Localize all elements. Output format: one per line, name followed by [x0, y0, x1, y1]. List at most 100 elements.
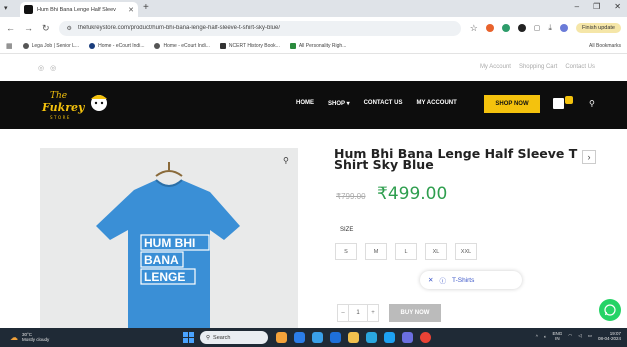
window-controls: – ❐ ✕ [575, 2, 621, 11]
qty-increase-button[interactable]: + [367, 304, 379, 322]
file-explorer-icon[interactable] [348, 332, 359, 343]
my-account-link[interactable]: My Account [480, 64, 511, 70]
all-bookmarks-button[interactable]: All Bookmarks [589, 43, 621, 49]
quantity-stepper: – 1 + [337, 304, 379, 322]
category-chip-label: T-Shirts [451, 276, 475, 284]
close-window-icon[interactable]: ✕ [614, 2, 621, 11]
main-nav: HOME SHOP ▾ CONTACT US MY ACCOUNT [296, 100, 457, 107]
size-option-l[interactable]: L [395, 243, 417, 260]
globe-icon [22, 43, 29, 49]
size-options: S M L XL XXL [335, 243, 477, 260]
old-price: ₹799.00 [336, 192, 366, 201]
product-image[interactable]: HUM BHI BANA LENGE ⚲ [40, 148, 298, 328]
bookmark-item[interactable]: Home - eCourt Indi... [154, 43, 210, 49]
sidepanel-icon[interactable]: ▢ [534, 24, 541, 32]
ecourt-icon [89, 43, 96, 49]
chrome-icon[interactable] [420, 332, 431, 343]
finish-update-button[interactable]: Finish update [575, 23, 621, 33]
whatsapp-glyph-icon [604, 304, 616, 316]
next-product-arrow-icon[interactable]: › [582, 150, 596, 164]
size-option-m[interactable]: M [365, 243, 387, 260]
nav-home[interactable]: HOME [296, 100, 314, 107]
app-icon[interactable] [330, 332, 341, 343]
shopping-cart-link[interactable]: Shopping Cart [519, 64, 557, 70]
category-chip[interactable]: ✕ ⓘ T-Shirts [420, 271, 522, 289]
tshirt-illustration: HUM BHI BANA LENGE [40, 148, 298, 328]
cart-count-badge [565, 96, 573, 104]
extension-icon[interactable] [501, 24, 510, 32]
taskbar-apps [276, 332, 431, 343]
address-bar-row: ← → ↻ ⚙ thefukreystore.com/product/hum-b… [0, 17, 627, 39]
size-label: SIZE [340, 227, 354, 233]
shirt-text-line1: HUM BHI [144, 236, 195, 250]
contact-us-link[interactable]: Contact Us [565, 64, 595, 70]
tray-app-icon[interactable]: ◐ [544, 334, 547, 339]
reload-icon[interactable]: ↻ [42, 23, 50, 34]
top-links: My Account Shopping Cart Contact Us [480, 64, 595, 70]
site-info-icon[interactable]: ⚙ [67, 25, 72, 32]
social-icons[interactable]: ◎◎ [38, 64, 62, 72]
header-search-icon[interactable]: ⚲ [589, 99, 595, 108]
app-icon[interactable] [366, 332, 377, 343]
app-icon[interactable] [312, 332, 323, 343]
close-tab-icon[interactable]: ✕ [128, 6, 134, 14]
bookmark-item[interactable]: Lega Job | Senior L... [22, 43, 79, 49]
bookmark-star-icon[interactable]: ☆ [470, 23, 478, 34]
nav-shop[interactable]: SHOP ▾ [328, 100, 350, 107]
buy-now-button[interactable]: BUY NOW [389, 304, 441, 322]
extension-icon[interactable] [485, 24, 494, 32]
region-label: IN [555, 336, 560, 341]
taskbar-search-label: Search [213, 334, 231, 341]
url-field[interactable]: ⚙ thefukreystore.com/product/hum-bhi-ban… [58, 20, 461, 36]
app-icon[interactable] [276, 332, 287, 343]
download-icon[interactable]: ⤓ [548, 23, 552, 33]
extension-icon[interactable] [517, 24, 526, 32]
start-windows-icon[interactable] [183, 332, 194, 343]
app-icon[interactable] [384, 332, 395, 343]
forward-icon[interactable]: → [24, 23, 33, 33]
site-favicon-icon [24, 5, 33, 14]
taskbar-search-field[interactable]: ⚲ Search [200, 331, 268, 344]
bookmark-item[interactable]: NCERT History Book... [219, 43, 280, 49]
app-icon[interactable] [294, 332, 305, 343]
app-icon[interactable] [402, 332, 413, 343]
restore-icon[interactable]: ❐ [593, 2, 600, 11]
book-icon [219, 43, 226, 49]
bookmark-item[interactable]: All Personality Righ... [289, 43, 346, 49]
sheets-icon [289, 43, 296, 49]
close-icon[interactable]: ✕ [428, 276, 433, 284]
fukrey-store-logo[interactable]: The Fukrey STORE [38, 87, 112, 123]
battery-icon[interactable]: ▭ [588, 333, 592, 339]
logo-text-fukrey: Fukrey [41, 101, 86, 114]
profile-avatar[interactable] [559, 24, 568, 32]
size-option-xl[interactable]: XL [425, 243, 447, 260]
browser-tab-active[interactable]: Hum Bhi Bana Lenge Half Sleev ✕ [20, 2, 138, 17]
globe-icon [154, 43, 161, 49]
minimize-icon[interactable]: – [575, 2, 579, 11]
info-icon: ⓘ [439, 278, 446, 285]
wifi-icon[interactable]: ◠ [568, 333, 572, 339]
back-icon[interactable]: ← [6, 23, 15, 33]
logo-text-store: STORE [50, 115, 71, 120]
qty-input[interactable]: 1 [349, 304, 367, 322]
tray-chevron-icon[interactable]: ^ [536, 334, 538, 339]
size-option-s[interactable]: S [335, 243, 357, 260]
nav-contact-us[interactable]: CONTACT US [364, 100, 403, 107]
nav-my-account[interactable]: MY ACCOUNT [416, 100, 456, 107]
zoom-icon[interactable]: ⚲ [283, 156, 295, 168]
volume-icon[interactable]: ◁ [578, 333, 581, 339]
bookmark-item[interactable]: Home - eCourt Indi... [89, 43, 144, 49]
site-header: The Fukrey STORE HOME SHOP ▾ CONTACT US … [0, 81, 627, 129]
size-option-xxl[interactable]: XXL [455, 243, 477, 260]
apps-grid-icon[interactable]: ▦ [6, 42, 13, 50]
qty-decrease-button[interactable]: – [337, 304, 349, 322]
whatsapp-icon[interactable] [599, 299, 621, 321]
tab-search-icon[interactable]: ▾ [4, 4, 8, 12]
windows-taskbar: ☁ 30°C Mostly cloudy ⚲ Search ^ ◐ ENG IN ◠ … [0, 328, 627, 347]
shop-now-button[interactable]: SHOP NOW [484, 95, 540, 113]
weather-widget[interactable]: ☁ 30°C Mostly cloudy [10, 332, 49, 342]
new-tab-icon[interactable]: + [143, 2, 149, 13]
bookmarks-bar: ▦ Lega Job | Senior L... Home - eCourt I… [0, 39, 627, 54]
cart-icon[interactable] [553, 98, 564, 109]
shirt-text-line2: BANA [144, 253, 179, 267]
